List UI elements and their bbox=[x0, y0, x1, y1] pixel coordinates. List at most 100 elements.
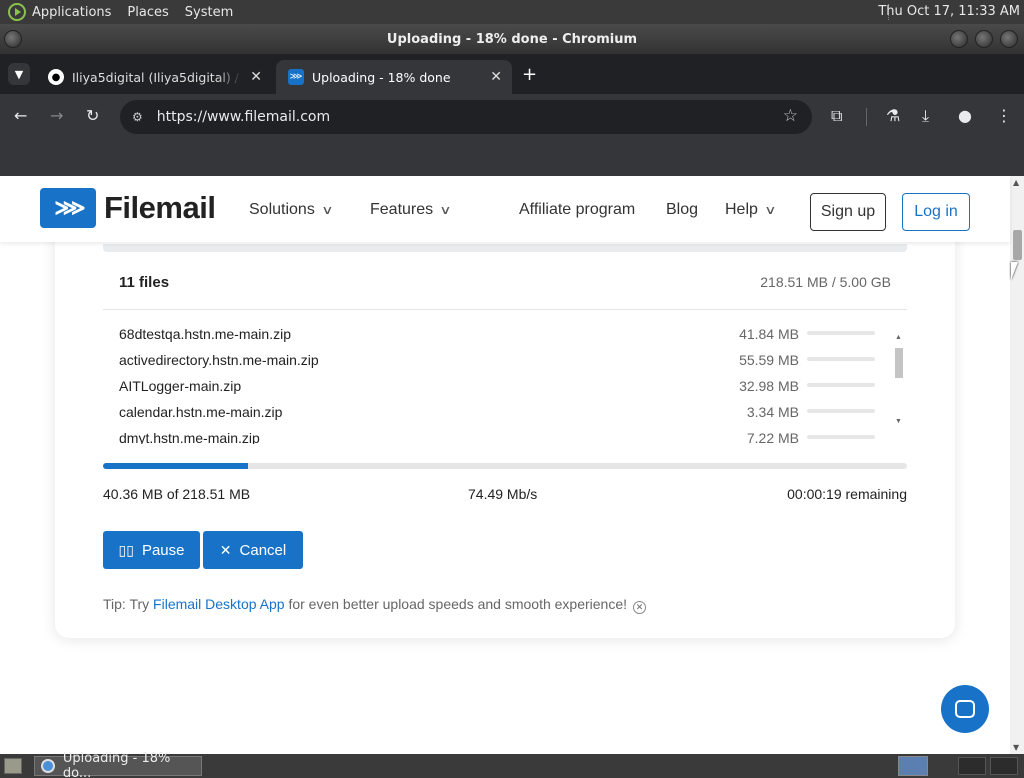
brand-name: Filemail bbox=[104, 190, 216, 225]
nav-solutions[interactable]: Solutions ∨ bbox=[249, 201, 333, 219]
filemail-icon: ⋙ bbox=[288, 69, 304, 85]
nav-blog[interactable]: Blog bbox=[666, 201, 698, 219]
mouse-cursor bbox=[1011, 262, 1018, 280]
file-size: 55.59 MB bbox=[739, 352, 799, 368]
taskbar-chromium-window[interactable]: Uploading - 18% do... bbox=[34, 751, 202, 778]
login-button[interactable]: Log in bbox=[902, 193, 970, 231]
file-progress-bar bbox=[807, 383, 875, 387]
tip-suffix: for even better upload speeds and smooth… bbox=[284, 596, 628, 612]
pause-button[interactable]: ▯▯ Pause bbox=[103, 531, 200, 569]
minimize-button[interactable] bbox=[950, 30, 968, 48]
file-list[interactable]: 68dtestqa.hstn.me-main.zip 41.84 MB acti… bbox=[103, 326, 907, 444]
system-menu[interactable]: System bbox=[185, 5, 233, 20]
back-button[interactable]: ← bbox=[14, 106, 27, 125]
file-size: 41.84 MB bbox=[739, 326, 799, 342]
file-name: calendar.hstn.me-main.zip bbox=[119, 404, 283, 420]
window-menu-icon[interactable] bbox=[4, 30, 22, 48]
system-panel: Applications Places System Thu Oct 17, 1… bbox=[0, 0, 1024, 24]
file-row: dmyt.hstn.me-main.zip 7.22 MB bbox=[103, 430, 883, 444]
file-row: AITLogger-main.zip 32.98 MB bbox=[103, 378, 883, 404]
file-name: AITLogger-main.zip bbox=[119, 378, 242, 394]
dismiss-tip-icon[interactable]: ✕ bbox=[633, 601, 647, 614]
scroll-thumb[interactable] bbox=[895, 348, 903, 378]
nav-label: Features bbox=[370, 201, 434, 218]
scroll-up-icon[interactable]: ▲ bbox=[895, 334, 902, 341]
file-progress-bar bbox=[807, 409, 875, 413]
clock[interactable]: Thu Oct 17, 11:33 AM bbox=[878, 4, 1020, 19]
window-titlebar[interactable]: Uploading - 18% done - Chromium bbox=[0, 24, 1024, 54]
overall-progress-fill bbox=[103, 463, 248, 469]
tab-filemail[interactable]: ⋙ Uploading - 18% done ✕ bbox=[276, 60, 512, 94]
applications-menu[interactable]: Applications bbox=[32, 5, 111, 20]
scroll-down-icon[interactable]: ▼ bbox=[1013, 743, 1019, 752]
scroll-down-icon[interactable]: ▼ bbox=[895, 418, 902, 425]
workspace-3[interactable] bbox=[990, 757, 1018, 775]
chevron-down-icon: ∨ bbox=[439, 203, 452, 217]
places-menu[interactable]: Places bbox=[127, 5, 168, 20]
nav-affiliate[interactable]: Affiliate program bbox=[519, 201, 635, 219]
tab-close-icon[interactable]: ✕ bbox=[250, 69, 262, 85]
filemail-logo[interactable]: ⋙ Filemail bbox=[40, 188, 216, 228]
chat-icon bbox=[955, 700, 975, 718]
desktop-app-link[interactable]: Filemail Desktop App bbox=[153, 596, 285, 612]
maximize-button[interactable] bbox=[975, 30, 993, 48]
upload-speed: 74.49 Mb/s bbox=[468, 486, 538, 502]
cancel-button[interactable]: ✕ Cancel bbox=[203, 531, 303, 569]
pause-label: Pause bbox=[141, 541, 185, 559]
toolbar-divider bbox=[866, 108, 867, 126]
time-remaining: 00:00:19 remaining bbox=[787, 486, 907, 502]
labs-flask-icon[interactable]: ⚗ bbox=[886, 106, 900, 125]
download-icon[interactable]: ⤓ bbox=[922, 106, 929, 126]
show-desktop-icon[interactable] bbox=[4, 758, 22, 774]
more-menu-icon[interactable]: ⋮ bbox=[996, 106, 1012, 125]
workspace-active[interactable] bbox=[898, 756, 928, 776]
chromium-icon bbox=[41, 759, 55, 773]
tab-title: Uploading - 18% done bbox=[312, 69, 451, 85]
forward-button[interactable]: → bbox=[50, 106, 63, 125]
url-text[interactable]: https://www.filemail.com bbox=[157, 109, 330, 125]
taskbar: Uploading - 18% do... bbox=[0, 751, 1024, 778]
file-size: 3.34 MB bbox=[746, 404, 799, 420]
file-row: activedirectory.hstn.me-main.zip 55.59 M… bbox=[103, 352, 883, 378]
cancel-label: Cancel bbox=[239, 541, 287, 559]
tab-search-button[interactable]: ▼ bbox=[8, 63, 30, 85]
reload-button[interactable]: ↻ bbox=[86, 106, 99, 125]
new-tab-button[interactable]: + bbox=[522, 64, 537, 85]
toolbar-gap bbox=[0, 140, 1024, 176]
bookmark-star-icon[interactable]: ☆ bbox=[783, 106, 798, 126]
site-info-icon[interactable]: ⚙ bbox=[132, 110, 143, 124]
profile-icon[interactable]: ● bbox=[958, 106, 972, 125]
file-count: 11 files bbox=[119, 274, 170, 291]
scroll-up-icon[interactable]: ▲ bbox=[1013, 178, 1019, 187]
nav-features[interactable]: Features ∨ bbox=[370, 201, 452, 219]
tab-close-icon[interactable]: ✕ bbox=[490, 69, 502, 85]
window-title: Uploading - 18% done - Chromium bbox=[386, 31, 638, 47]
workspace-2[interactable] bbox=[958, 757, 986, 775]
upload-stats: 40.36 MB of 218.51 MB 74.49 Mb/s 00:00:1… bbox=[103, 486, 907, 506]
tip-text: Tip: Try Filemail Desktop App for even b… bbox=[103, 596, 647, 614]
file-list-scrollbar[interactable]: ▲ ▼ bbox=[893, 334, 905, 444]
chevron-down-icon: ∨ bbox=[764, 203, 777, 217]
extensions-icon[interactable]: ⧉ bbox=[831, 106, 842, 126]
chat-button[interactable] bbox=[941, 685, 989, 733]
filemail-logo-icon: ⋙ bbox=[40, 188, 96, 228]
distro-logo-icon[interactable] bbox=[8, 3, 26, 21]
total-size: 218.51 MB / 5.00 GB bbox=[760, 274, 891, 290]
address-bar[interactable]: ⚙ https://www.filemail.com ☆ bbox=[120, 100, 812, 134]
signup-button[interactable]: Sign up bbox=[810, 193, 886, 231]
pause-icon: ▯▯ bbox=[118, 541, 134, 558]
file-row: 68dtestqa.hstn.me-main.zip 41.84 MB bbox=[103, 326, 883, 352]
scroll-thumb[interactable] bbox=[1013, 230, 1022, 260]
file-name: activedirectory.hstn.me-main.zip bbox=[119, 352, 319, 368]
tab-github[interactable]: ● Iliya5digital (Iliya5digital) / Re ✕ bbox=[36, 60, 272, 94]
nav-help[interactable]: Help ∨ bbox=[725, 201, 777, 219]
files-summary: 11 files 218.51 MB / 5.00 GB bbox=[103, 252, 907, 310]
uploaded-amount: 40.36 MB of 218.51 MB bbox=[103, 486, 251, 502]
site-header: ⋙ Filemail Solutions ∨ Features ∨ Affili… bbox=[0, 176, 1010, 242]
file-size: 32.98 MB bbox=[739, 378, 799, 394]
chevron-down-icon: ▼ bbox=[14, 67, 24, 81]
close-window-button[interactable] bbox=[1000, 30, 1018, 48]
card-section-edge bbox=[103, 244, 907, 252]
page-viewport: ⋙ Filemail Solutions ∨ Features ∨ Affili… bbox=[0, 176, 1024, 754]
close-icon: ✕ bbox=[219, 541, 232, 558]
